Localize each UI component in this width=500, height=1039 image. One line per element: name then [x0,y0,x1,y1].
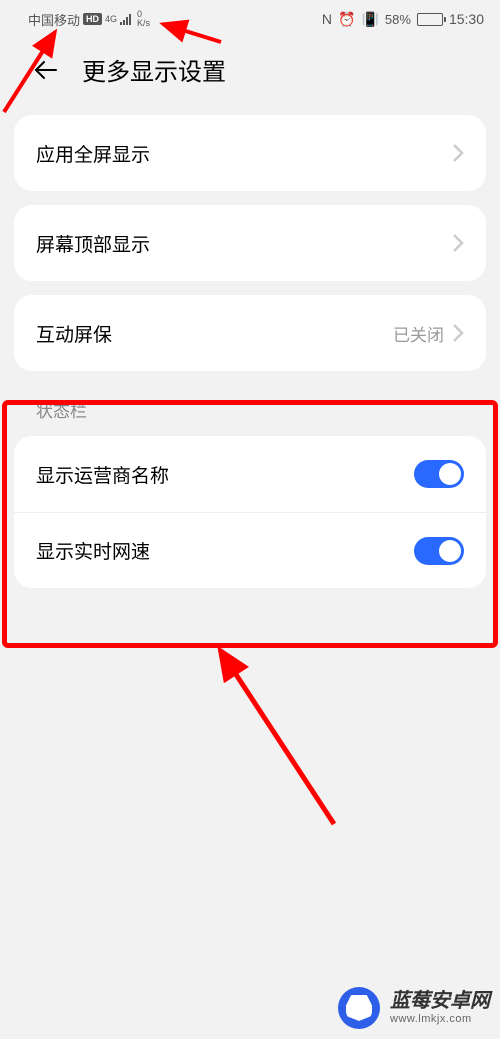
card-statusbar-settings: 显示运营商名称 显示实时网速 [14,436,486,588]
header: 更多显示设置 [0,34,500,101]
carrier-label: 中国移动 [28,10,80,29]
back-button[interactable] [34,58,58,82]
card-top-display: 屏幕顶部显示 [14,205,486,281]
status-left: 中国移动 HD 4G 0 K/s [28,10,150,29]
hd-badge: HD [83,13,102,25]
item-show-netspeed: 显示实时网速 [14,512,486,588]
watermark-sub: www.lmkjx.com [390,1013,490,1026]
battery-icon [417,13,443,26]
chevron-right-icon [452,323,464,343]
item-status: 已关闭 [393,321,444,346]
annotation-arrow-3 [210,640,340,830]
card-fullscreen: 应用全屏显示 [14,115,486,191]
content: 应用全屏显示 屏幕顶部显示 互动屏保 已关闭 状态栏 显示运营商名称 [0,115,500,588]
toggle-show-netspeed[interactable] [414,537,464,565]
page-title: 更多显示设置 [82,52,226,87]
item-label: 互动屏保 [36,320,112,347]
arrow-left-icon [34,58,58,82]
toggle-show-carrier[interactable] [414,460,464,488]
item-label: 显示运营商名称 [36,461,169,488]
item-top-display[interactable]: 屏幕顶部显示 [14,205,486,281]
netspeed-unit: K/s [137,19,150,28]
watermark-text: 蓝莓安卓网 www.lmkjx.com [390,989,490,1026]
battery-percent: 58% [385,12,411,27]
vibrate-icon: 📳 [361,11,378,28]
network-type: 4G [105,14,117,24]
nfc-icon: N [322,11,332,27]
item-show-carrier: 显示运营商名称 [14,436,486,512]
signal-icon [120,13,131,25]
item-label: 显示实时网速 [36,537,150,564]
item-label: 屏幕顶部显示 [36,230,150,257]
chevron-right-icon [452,143,464,163]
item-fullscreen[interactable]: 应用全屏显示 [14,115,486,191]
watermark-icon [338,987,380,1029]
section-statusbar-label: 状态栏 [14,371,486,422]
watermark: 蓝莓安卓网 www.lmkjx.com [338,987,490,1029]
alarm-icon: ⏰ [338,11,355,28]
netspeed-indicator: 0 K/s [137,10,150,28]
item-screensaver[interactable]: 互动屏保 已关闭 [14,295,486,371]
status-bar: 中国移动 HD 4G 0 K/s N ⏰ 📳 58% 15:30 [0,0,500,34]
clock: 15:30 [449,11,484,27]
chevron-right-icon [452,233,464,253]
card-screensaver: 互动屏保 已关闭 [14,295,486,371]
item-label: 应用全屏显示 [36,140,150,167]
status-right: N ⏰ 📳 58% 15:30 [322,11,484,28]
watermark-title: 蓝莓安卓网 [390,989,490,1013]
